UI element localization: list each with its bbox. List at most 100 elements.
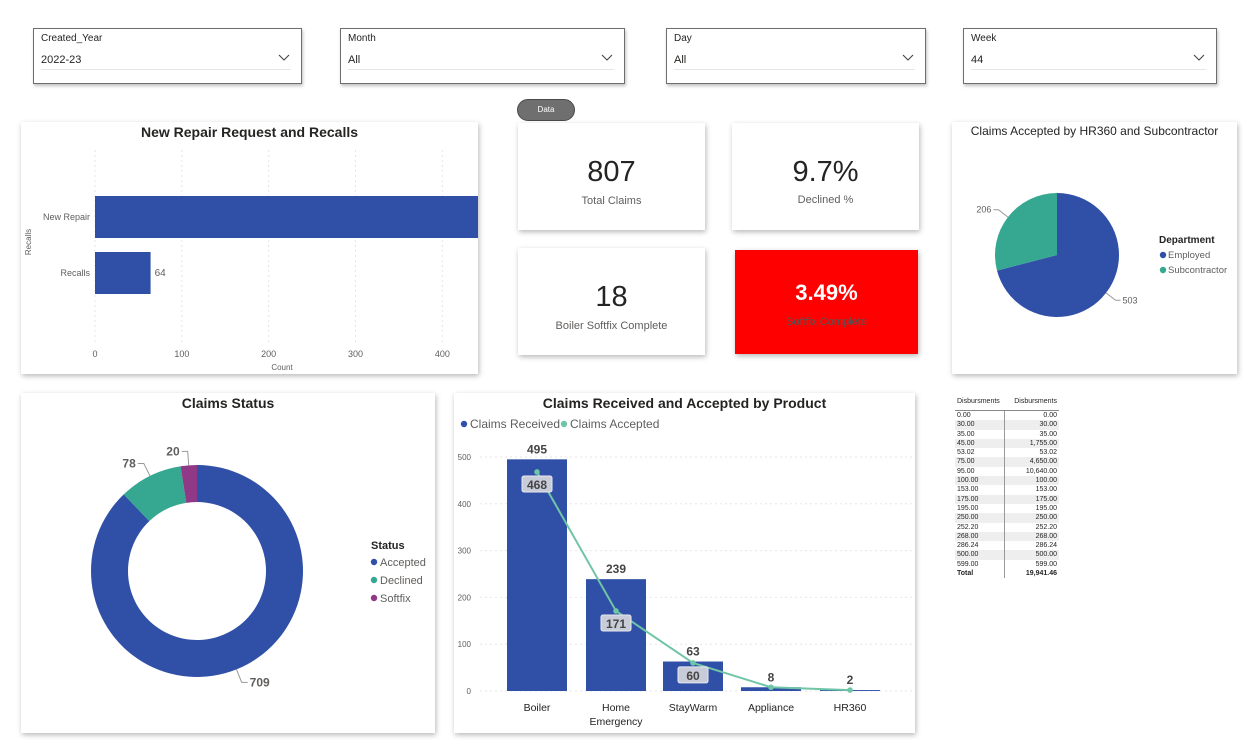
y-tick-label: 400 (458, 500, 472, 509)
legend-marker (560, 420, 568, 428)
table-cell: 0.00 (1043, 412, 1057, 419)
chevron-down-icon[interactable] (600, 51, 614, 65)
table-cell: 35.00 (1039, 430, 1057, 438)
table-row: 268.00 268.00 (955, 531, 1059, 542)
y-tick-label: 100 (458, 640, 472, 649)
table-row: 30.00 30.00 (955, 420, 1059, 430)
table-cell: 268.00 (955, 531, 1005, 542)
table-cell: 100.00 (955, 476, 1005, 486)
chevron-down-icon[interactable] (901, 51, 915, 65)
table-cell: 500.00 (955, 550, 1005, 560)
leader-line (993, 209, 1009, 218)
slicer-value[interactable]: 44 (971, 51, 1206, 70)
leader-line (181, 450, 190, 466)
slicer-week[interactable]: Week 44 (963, 28, 1217, 84)
leader-line (236, 669, 248, 683)
bar (95, 252, 151, 294)
category-label: New Repair (43, 212, 90, 222)
table-cell: 286.24 (955, 541, 1005, 551)
table-cell: 250.00 (1035, 514, 1057, 522)
y-tick-label: 500 (458, 453, 472, 462)
table-row: 500.00 500.00 (955, 550, 1059, 560)
slicer-label: Month (348, 33, 376, 44)
product-claims-card: Claims Received and Accepted by Product … (454, 393, 915, 733)
dept-pie-chart: Department 503 206 Employed Subcontractor (976, 193, 1227, 317)
data-label: 503 (1123, 295, 1138, 305)
kpi-declined: 9.7% Declined % (732, 123, 919, 230)
slicer-value[interactable]: All (674, 51, 915, 70)
line-point (768, 684, 774, 691)
repair-recalls-card: New Repair Request and Recalls Recalls C… (21, 122, 478, 374)
x-tick-label: Emergency (589, 716, 643, 728)
x-tick-label: Appliance (748, 702, 794, 714)
slicer-day[interactable]: Day All (666, 28, 926, 84)
chevron-down-icon[interactable] (1192, 51, 1206, 65)
slicer-label: Week (971, 33, 997, 44)
table-row: 100.00 100.00 (955, 476, 1059, 486)
y-tick-label: 300 (458, 547, 472, 556)
table-cell: 0.00 (955, 411, 1005, 421)
table-cell: 286.24 (1035, 542, 1057, 550)
table-row: 95.00 10,640.00 (955, 466, 1059, 477)
table-row: 195.00 195.00 (955, 503, 1059, 514)
table-cell: 4,650.00 (1029, 458, 1057, 466)
column-header: Disbursments (957, 398, 1000, 405)
legend-marker (1159, 266, 1167, 274)
bar (95, 196, 478, 238)
kpi-boiler-softfix: 18 Boiler Softfix Complete (518, 248, 705, 355)
slicer-value[interactable]: All (348, 51, 614, 70)
legend-label: Declined (380, 575, 423, 587)
x-tick-label: 0 (92, 349, 97, 359)
category-label: Recalls (60, 268, 90, 278)
table-cell: 250.00 (955, 513, 1005, 523)
table-row: 286.24 286.24 (955, 541, 1059, 551)
table-row: 35.00 35.00 (955, 429, 1059, 439)
data-label: 239 (606, 562, 626, 576)
leader-line (1105, 292, 1121, 301)
data-label: 8 (768, 670, 775, 684)
line-point (847, 687, 853, 693)
total-label: Total (955, 569, 1005, 579)
table-row: 153.00 153.00 (955, 485, 1059, 495)
legend-label: Subcontractor (1168, 265, 1227, 276)
legend-title: Status (371, 540, 405, 552)
table-cell: 95.00 (955, 466, 1005, 477)
kpi-softfix: 3.49% Softfix Complete (735, 250, 918, 354)
data-label: 468 (527, 478, 547, 492)
slicer-month[interactable]: Month All (340, 28, 625, 84)
data-label: 64 (155, 268, 167, 279)
total-value: 19,941.46 (1025, 570, 1057, 578)
slicer-value[interactable]: 2022-23 (41, 51, 291, 70)
table-total-row: Total 19,941.46 (955, 569, 1059, 579)
column-header: Disbursments (1014, 398, 1057, 405)
slicer-created-year[interactable]: Created_Year 2022-23 (33, 28, 302, 84)
y-tick-label: 200 (458, 593, 472, 602)
table-header: Disbursments Disbursments (955, 396, 1059, 411)
x-axis-label: Count (271, 363, 293, 372)
y-tick-label: 0 (467, 687, 472, 696)
legend-marker (460, 420, 468, 428)
table-cell: 599.00 (1035, 560, 1057, 568)
table-cell: 252.20 (955, 522, 1005, 532)
table-cell: 500.00 (1035, 551, 1057, 559)
x-tick-label: 100 (174, 349, 189, 359)
line-point (690, 660, 696, 666)
table-cell: 30.00 (1039, 421, 1057, 429)
data-button[interactable]: Data (517, 99, 575, 121)
table-row: 75.00 4,650.00 (955, 457, 1059, 467)
table-cell: 53.02 (1039, 449, 1057, 457)
legend-label: Claims Received (470, 417, 560, 431)
table-cell: 53.02 (955, 448, 1005, 458)
x-tick-label: 200 (261, 349, 276, 359)
table-row: 252.20 252.20 (955, 522, 1059, 532)
data-label: 78 (122, 456, 136, 470)
data-label: 20 (166, 444, 180, 458)
table-row: 175.00 175.00 (955, 494, 1059, 504)
legend-marker (370, 594, 378, 602)
donut-slice (91, 465, 304, 677)
chevron-down-icon[interactable] (277, 51, 291, 65)
dept-pie-card: Claims Accepted by HR360 and Subcontract… (952, 122, 1237, 374)
table-row: 53.02 53.02 (955, 448, 1059, 458)
kpi-value: 3.49% (795, 280, 858, 305)
x-tick-label: StayWarm (669, 702, 718, 714)
